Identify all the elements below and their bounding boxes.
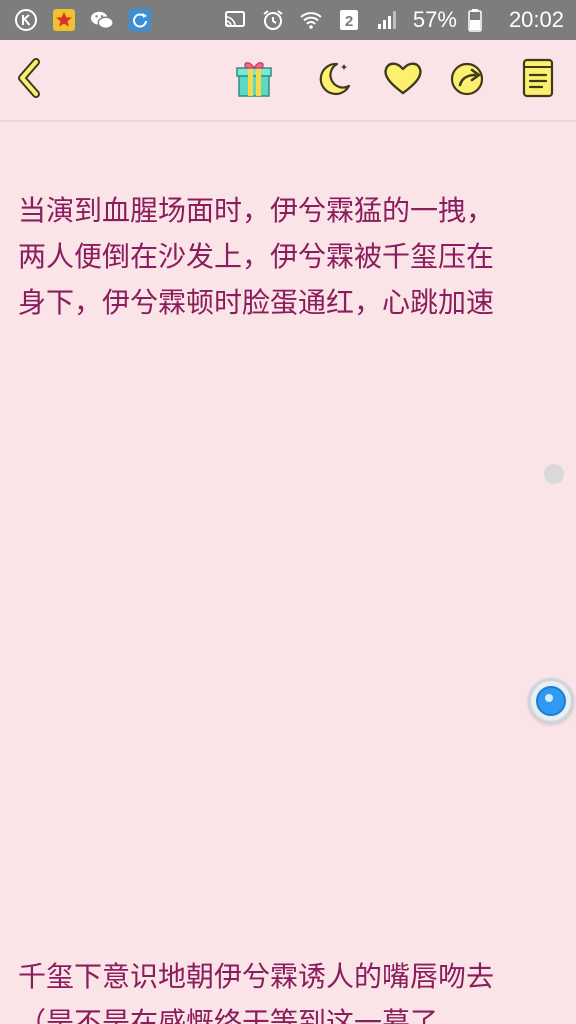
favorite-button[interactable] — [381, 58, 425, 102]
star-app-icon — [52, 8, 76, 32]
status-right-icons: 2 57% 20:02 — [223, 7, 564, 33]
gift-icon — [234, 58, 274, 102]
status-bar: 2 57% 20:02 — [0, 0, 576, 40]
share-icon — [448, 58, 488, 102]
clock: 20:02 — [508, 7, 564, 32]
assistive-touch-icon — [536, 686, 566, 716]
reader-toolbar — [0, 40, 576, 122]
floating-assist-button[interactable] — [528, 678, 574, 724]
back-icon — [14, 58, 46, 102]
signal-icon — [375, 8, 399, 32]
battery-percent: 57% — [412, 7, 457, 32]
moon-icon — [313, 58, 353, 102]
alarm-icon — [261, 8, 285, 32]
sync-app-icon — [128, 8, 152, 32]
catalog-button[interactable] — [516, 58, 560, 102]
gift-button[interactable] — [232, 58, 276, 102]
k-icon — [14, 8, 38, 32]
story-paragraph: 千玺下意识地朝伊兮霖诱人的嘴唇吻去（是不是在感慨终于等到这一幕了 — [18, 960, 495, 1024]
reading-area[interactable]: 当演到血腥场面时，伊兮霖猛的一拽，两人便倒在沙发上，伊兮霖被千玺压在身下，伊兮霖… — [0, 124, 576, 1024]
night-mode-button[interactable] — [311, 58, 355, 102]
share-button[interactable] — [446, 58, 490, 102]
back-button[interactable] — [8, 58, 52, 102]
wechat-icon — [90, 8, 114, 32]
scroll-indicator[interactable] — [544, 464, 564, 484]
story-paragraph: 当演到血腥场面时，伊兮霖猛的一拽，两人便倒在沙发上，伊兮霖被千玺压在身下，伊兮霖… — [18, 194, 495, 319]
status-left-icons — [14, 8, 152, 32]
heart-icon — [382, 58, 424, 102]
book-icon — [520, 57, 556, 103]
wifi-icon — [299, 8, 323, 32]
sim2-icon: 2 — [337, 8, 361, 32]
cast-icon — [223, 8, 247, 32]
svg-text:2: 2 — [345, 13, 353, 30]
battery-icon — [463, 8, 487, 32]
